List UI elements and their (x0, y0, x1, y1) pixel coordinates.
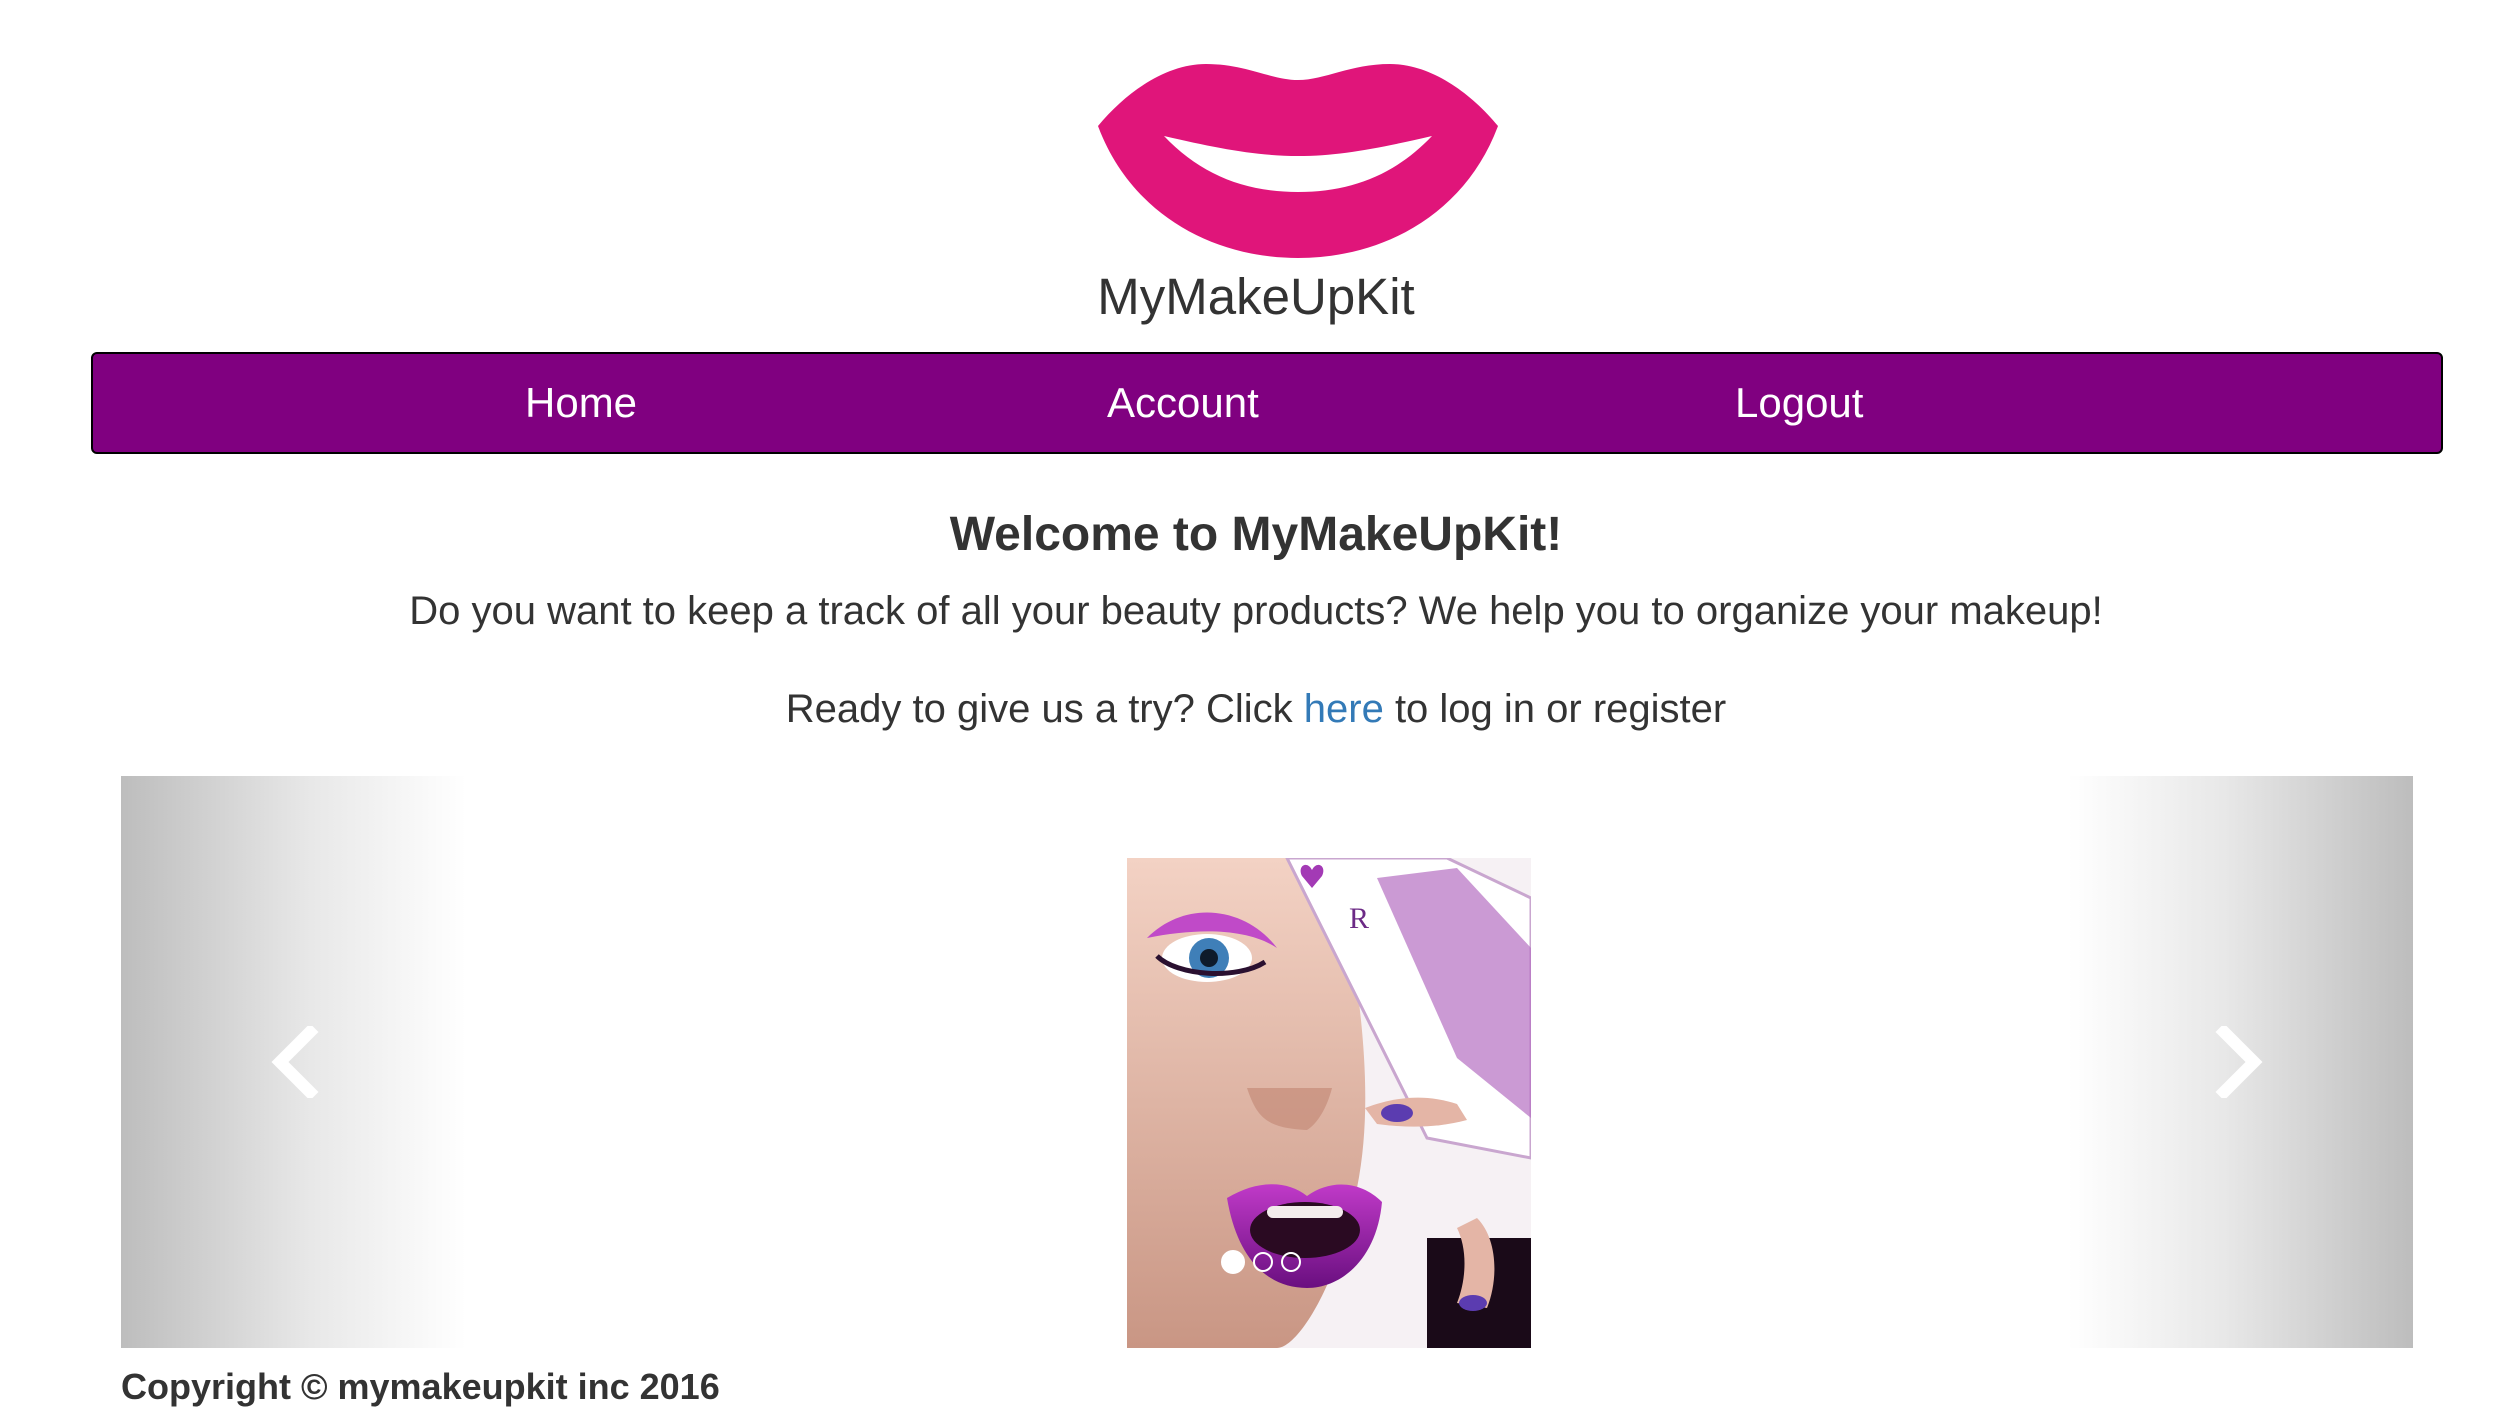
carousel-indicator-3[interactable] (1281, 1252, 1301, 1272)
brand-name: MyMakeUpKit (1097, 268, 1415, 325)
welcome-title: Welcome to MyMakeUpKit! (949, 508, 1563, 561)
carousel-indicators (1221, 1250, 1301, 1276)
carousel-next-button[interactable] (2068, 776, 2413, 1348)
carousel-indicator-2[interactable] (1253, 1252, 1273, 1272)
svg-text:R: R (1349, 902, 1369, 935)
chevron-right-icon (2208, 1026, 2268, 1098)
page: MyMakeUpKit Home Account Logout Welcome … (0, 0, 2512, 1422)
nav-link-account[interactable]: Account (1107, 354, 1259, 452)
carousel-indicator-1[interactable] (1221, 1250, 1245, 1274)
call-to-action-text: Ready to give us a try? Click here to lo… (0, 674, 2512, 744)
main-navbar: Home Account Logout (91, 352, 2443, 454)
nav-link-logout[interactable]: Logout (1735, 354, 1863, 452)
login-register-link[interactable]: here (1304, 687, 1384, 731)
nav-link-home[interactable]: Home (525, 354, 637, 452)
chevron-left-icon (266, 1026, 326, 1098)
carousel-slide-image: R (1127, 858, 1531, 1348)
copyright-text: Copyright © mymakeupkit inc 2016 (121, 1366, 720, 1407)
cta-text-before: Ready to give us a try? Click (785, 687, 1304, 731)
carousel-prev-button[interactable] (121, 776, 466, 1348)
image-carousel: R (121, 776, 2413, 1348)
lips-logo-icon (1096, 62, 1500, 258)
cta-text-after: to log in or register (1383, 687, 1727, 731)
intro-text: Do you want to keep a track of all your … (409, 589, 2103, 633)
